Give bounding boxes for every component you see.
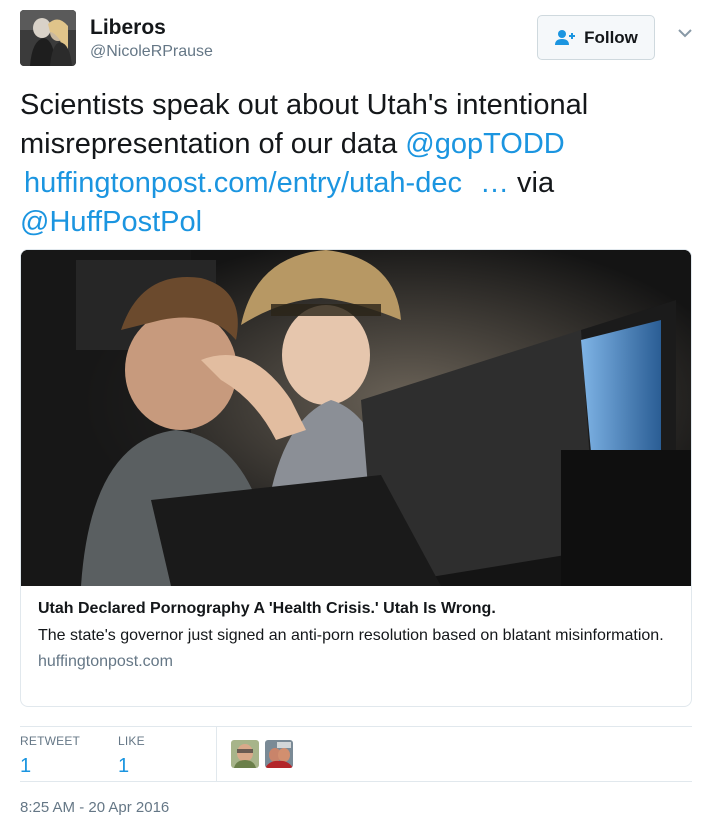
link-preview-card[interactable]: Utah Declared Pornography A 'Health Cris… [20, 249, 692, 707]
card-description: The state's governor just signed an anti… [38, 627, 664, 644]
article-url-link[interactable]: huffingtonpost.com/entry/utah-dec [24, 167, 462, 199]
like-count[interactable]: 1 [118, 755, 145, 778]
mention-link-huffpostpol[interactable]: @HuffPostPol [20, 206, 202, 238]
tweet-text: Scientists speak out about Utah's intent… [20, 86, 690, 242]
liker-avatar-icon[interactable] [231, 740, 259, 768]
author-handle[interactable]: @NicoleRPrause [90, 43, 213, 61]
card-photo-image[interactable] [21, 250, 691, 586]
like-stat[interactable]: LIKE 1 [118, 734, 145, 778]
follow-person-plus-icon [555, 29, 576, 45]
retweet-label: RETWEET [20, 734, 81, 748]
via-text: via [508, 167, 555, 199]
tweet-header: Liberos @NicoleRPrause Follow [20, 10, 693, 70]
tweet-stats: RETWEET 1 LIKE 1 [20, 727, 692, 781]
retweet-count[interactable]: 1 [20, 755, 80, 778]
stats-separator [216, 727, 217, 781]
author-display-name[interactable]: Liberos [90, 16, 166, 40]
url-ellipsis[interactable]: … [480, 167, 509, 199]
tweet-timestamp[interactable]: 8:25 AM - 20 Apr 2016 [20, 799, 169, 816]
stats-bottom-divider [20, 781, 692, 782]
like-label: LIKE [118, 734, 145, 748]
follow-label: Follow [584, 27, 638, 47]
mention-link-gopTODD[interactable]: @gopTODD [405, 128, 564, 160]
chevron-down-icon[interactable] [677, 26, 693, 40]
card-body: Utah Declared Pornography A 'Health Cris… [38, 599, 677, 672]
profile-photo-icon[interactable] [20, 10, 76, 66]
follow-button[interactable]: Follow [537, 15, 655, 60]
card-domain: huffingtonpost.com [38, 653, 173, 670]
card-title[interactable]: Utah Declared Pornography A 'Health Cris… [38, 599, 677, 619]
liker-avatar-icon[interactable] [265, 740, 293, 768]
retweet-stat[interactable]: RETWEET 1 [20, 734, 80, 778]
